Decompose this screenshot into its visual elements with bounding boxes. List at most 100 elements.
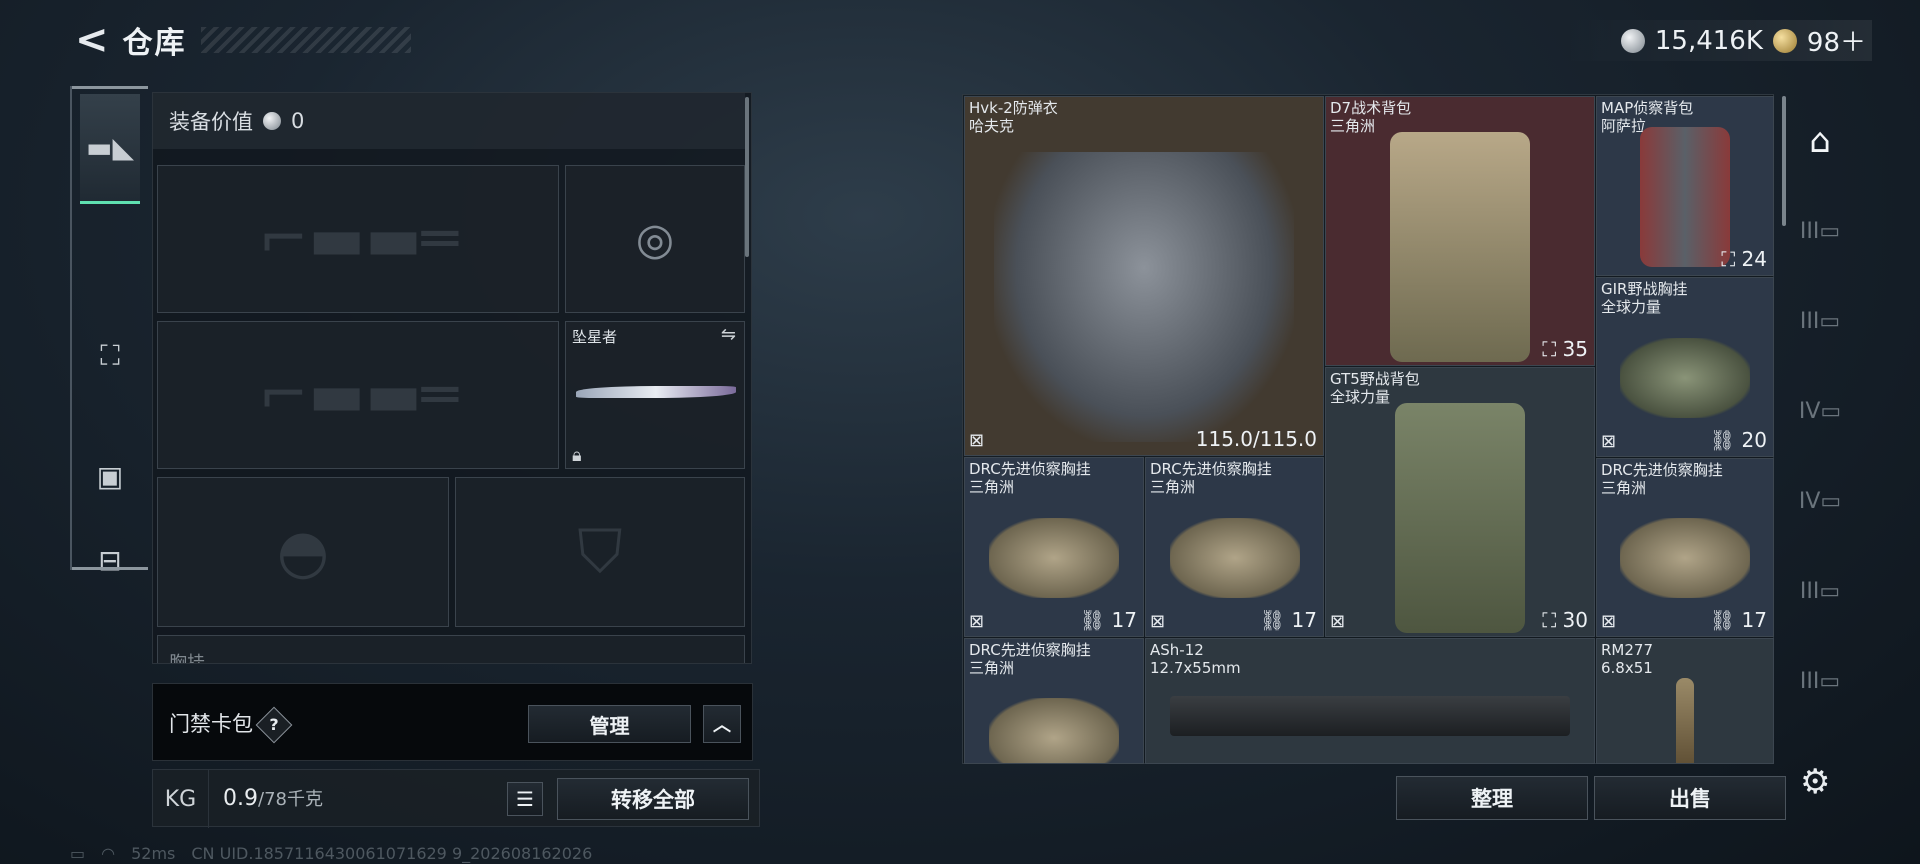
ammo-image (1676, 677, 1694, 763)
stash-tab[interactable]: IV ▭ (1790, 366, 1850, 456)
chest-rig-image (1620, 337, 1750, 418)
stash-item[interactable]: DRC先进侦察胸挂 三角洲 (964, 638, 1144, 764)
armor-icon[interactable]: ▣ (80, 416, 140, 536)
stash-home-icon[interactable]: ⌂ (1790, 96, 1850, 186)
tab-tier: III (1799, 308, 1820, 334)
capacity-label: ⛓ 17 (1709, 608, 1767, 632)
help-icon[interactable]: ? (255, 706, 293, 744)
stash-item[interactable]: ASh-12 12.7x55mm (1145, 638, 1595, 764)
keycard-label: 门禁卡包? (169, 706, 293, 744)
stash-item[interactable]: MAP侦察背包 阿萨拉 ⛶ 24 (1596, 96, 1774, 276)
melee-slot[interactable]: 坠星者 ⇋ 🔒︎ (565, 321, 745, 469)
chest-rig-image (989, 698, 1119, 763)
tab-tier: III (1799, 578, 1820, 604)
item-subtitle: 三角洲 (1330, 117, 1376, 135)
chest-rig-image (1169, 517, 1300, 598)
rifle-icon: ⌐▬▬═ (258, 360, 458, 430)
transfer-all-button[interactable]: 转移全部 (557, 778, 749, 820)
page-header: < 仓库 (75, 18, 411, 62)
capacity-label: ⛶ 24 (1721, 247, 1767, 271)
weight-current: 0.9 (223, 786, 258, 811)
nav-top-line (72, 86, 148, 89)
toolbox-icon[interactable]: ⊟ (80, 530, 140, 590)
item-subtitle: 6.8x51 (1601, 659, 1653, 677)
stash-item[interactable]: DRC先进侦察胸挂 三角洲 ⊠ ⛓ 17 (1145, 457, 1324, 637)
sell-button[interactable]: 出售 (1594, 776, 1786, 820)
secondary-weapon-slot[interactable]: ⌐▬▬═ (157, 321, 559, 469)
helmet-slot[interactable]: ◓ (157, 477, 449, 627)
stash-item[interactable]: GIR野战胸挂 全球力量 ⊠ ⛓ 20 (1596, 277, 1774, 457)
battery-icon: ▭ (70, 844, 86, 863)
swap-icon[interactable]: ⇋ (721, 324, 736, 345)
stash-tab[interactable]: IV ▭ (1790, 456, 1850, 546)
header-stripe (200, 27, 411, 53)
stash-item[interactable]: GT5野战背包 全球力量 ⊠ ⛶ 30 (1325, 367, 1595, 637)
back-arrow-icon[interactable]: < (75, 20, 109, 60)
insured-icon: ⊠ (1330, 611, 1346, 632)
stash-tab[interactable]: III ▭ (1790, 636, 1850, 726)
stash-item[interactable]: DRC先进侦察胸挂 三角洲 ⊠ ⛓ 17 (964, 457, 1144, 637)
grid-scrollbar[interactable] (1782, 96, 1786, 226)
ping-text: 52ms (131, 844, 176, 863)
stash-tab[interactable]: III ▭ (1790, 276, 1850, 366)
capacity-label: ⛓ 17 (1259, 608, 1317, 632)
backpack-icon[interactable]: ⛶ (80, 296, 140, 416)
pistol-slot[interactable]: ◎ (565, 165, 745, 313)
stash-grid: Hvk-2防弹衣 哈夫克 ⊠ 115.0/115.0 D7战术背包 三角洲 ⛶ … (962, 94, 1774, 764)
item-name: DRC先进侦察胸挂 (969, 460, 1091, 478)
rifle-image (1170, 695, 1570, 736)
item-name: ASh-12 (1150, 641, 1204, 659)
sort-button[interactable]: 整理 (1396, 776, 1588, 820)
knife-image (576, 386, 736, 398)
item-name: D7战术背包 (1330, 99, 1412, 117)
durability-value: 115.0/115.0 (1195, 427, 1317, 451)
stash-item[interactable]: RM277 6.8x51 (1596, 638, 1774, 764)
item-subtitle: 三角洲 (1601, 479, 1647, 497)
weight-bar: KG 0.9/78千克 ☰ 转移全部 (152, 769, 760, 828)
stash-item[interactable]: D7战术背包 三角洲 ⛶ 35 (1325, 96, 1595, 366)
chest-rig-slot[interactable] (157, 635, 745, 663)
crosshair-icon: ◎ (635, 213, 675, 265)
capacity-value: 17 (1291, 608, 1317, 632)
scrollbar[interactable] (745, 97, 749, 257)
chevron-up-icon[interactable]: ︿ (703, 705, 741, 743)
item-subtitle: 阿萨拉 (1601, 117, 1647, 135)
silver-coin-icon (1620, 28, 1645, 53)
list-icon[interactable]: ☰ (507, 782, 543, 816)
melee-name: 坠星者 (572, 328, 618, 346)
stash-item[interactable]: Hvk-2防弹衣 哈夫克 ⊠ 115.0/115.0 (964, 96, 1324, 456)
capacity-value: 24 (1741, 247, 1767, 271)
item-subtitle: 三角洲 (969, 659, 1015, 677)
gold-amount[interactable]: 98＋ (1807, 22, 1866, 59)
primary-weapon-slot[interactable]: ⌐▬▬═ (157, 165, 559, 313)
insured-icon: ⊠ (1601, 611, 1617, 632)
manage-button[interactable]: 管理 (528, 705, 691, 743)
equip-value-label: 装备价值 (169, 110, 253, 134)
weight-max: /78千克 (258, 789, 323, 810)
helmet-icon: ◓ (276, 517, 330, 587)
equip-value: 0 (291, 109, 305, 133)
stash-tab[interactable]: III ▭ (1790, 546, 1850, 636)
backpack-image (1395, 403, 1525, 634)
equip-value-bar: 装备价值 0 (153, 93, 745, 149)
nav-bottom-line (72, 567, 148, 570)
gear-icon[interactable]: ⚙ (1800, 762, 1830, 802)
stash-tab[interactable]: III ▭ (1790, 186, 1850, 276)
tab-tier: IV (1798, 398, 1821, 424)
chest-rig-image (1620, 518, 1750, 599)
loadout-panel: 装备价值 0 ⌐▬▬═ ◎ ⌐▬▬═ 坠星者 ⇋ 🔒︎ ◓ ⛉ 胸挂 (152, 92, 752, 664)
weight-value: 0.9/78千克 (223, 785, 323, 811)
item-name: Hvk-2防弹衣 (969, 99, 1058, 117)
stash-tab-sidebar: ⌂ III ▭ III ▭ IV ▭ IV ▭ III ▭ III ▭ (1790, 96, 1850, 756)
item-name: GT5野战背包 (1330, 370, 1420, 388)
item-name: DRC先进侦察胸挂 (1601, 461, 1723, 479)
insured-icon: ⊠ (969, 611, 985, 632)
stash-item[interactable]: DRC先进侦察胸挂 三角洲 ⊠ ⛓ 17 (1596, 458, 1774, 637)
capacity-value: 17 (1741, 608, 1767, 632)
item-subtitle: 12.7x55mm (1150, 659, 1241, 677)
pistol-icon[interactable]: ▬◣ (80, 94, 140, 204)
body-armor-slot[interactable]: ⛉ (455, 477, 745, 627)
gold-coin-icon (1772, 28, 1797, 53)
item-name: RM277 (1601, 641, 1653, 659)
capacity-label: ⛓ 20 (1709, 428, 1767, 452)
